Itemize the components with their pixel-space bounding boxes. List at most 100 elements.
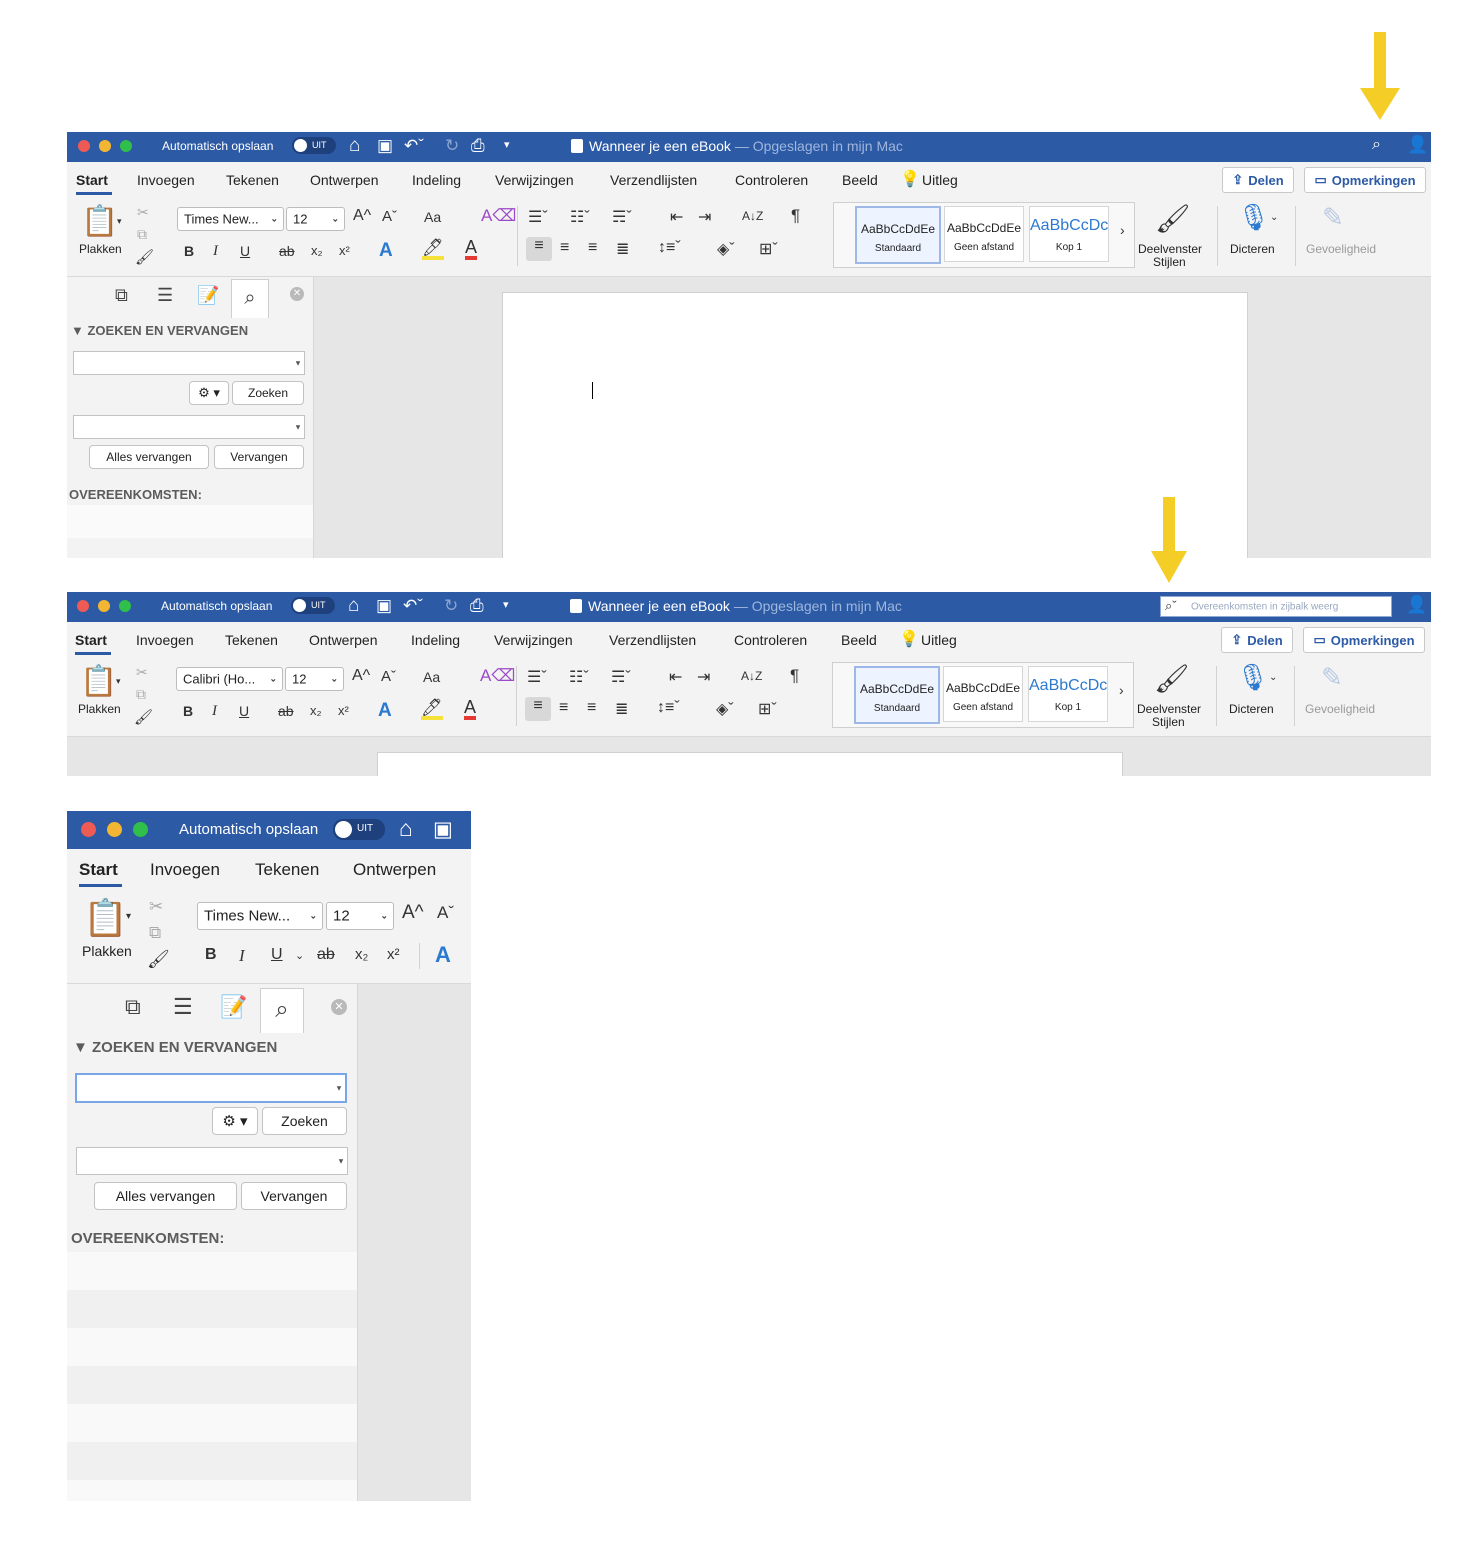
replace-input[interactable]: ▾ [76, 1147, 348, 1175]
zoom-window-button[interactable] [119, 600, 131, 612]
shrink-font-button[interactable]: Aˇ [437, 903, 454, 923]
close-window-button[interactable] [78, 140, 90, 152]
justify-button[interactable]: ≣ [615, 699, 628, 719]
styles-pane-label-2[interactable]: Stijlen [1153, 255, 1186, 269]
format-painter-icon[interactable]: 🖌 [135, 248, 154, 266]
subscript-button[interactable]: x₂ [355, 946, 368, 963]
tab-ontwerpen[interactable]: Ontwerpen [353, 860, 436, 880]
styles-more-button[interactable]: › [1120, 222, 1125, 238]
style-standaard[interactable]: AaBbCcDdEe Standaard [855, 206, 941, 264]
styles-more-button[interactable]: › [1119, 682, 1124, 698]
search-options-button[interactable]: ⚙ ▾ [212, 1107, 258, 1135]
font-color-button[interactable]: A [465, 238, 478, 260]
microphone-icon[interactable]: 🎙 [1237, 202, 1270, 233]
search-input[interactable]: ⌕ˇ Overeenkomsten in zijbalk weerg [1160, 596, 1392, 617]
paste-caret[interactable]: ▾ [126, 911, 131, 922]
save-icon[interactable]: ▣ [433, 817, 453, 842]
dicteren-caret[interactable]: ⌄ [1269, 672, 1277, 683]
font-size-select[interactable]: 12 ⌄ [285, 667, 344, 691]
dicteren-caret[interactable]: ⌄ [1270, 212, 1278, 223]
tab-start[interactable]: Start [76, 172, 108, 188]
highlight-icon[interactable]: 🖊 [421, 699, 443, 720]
zoom-window-button[interactable] [133, 822, 148, 837]
copy-icon[interactable]: ⧉ [137, 226, 147, 243]
strikethrough-button[interactable]: ab [279, 243, 295, 259]
save-icon[interactable]: ▣ [377, 136, 393, 156]
close-window-button[interactable] [81, 822, 96, 837]
outline-icon[interactable]: ☰ [157, 285, 173, 306]
italic-button[interactable]: I [212, 703, 217, 720]
shading-icon[interactable]: ◈ˇ [717, 239, 735, 259]
copy-icon[interactable]: ⧉ [136, 686, 146, 703]
shrink-font-button[interactable]: Aˇ [381, 668, 396, 685]
styles-pane-icon[interactable]: 🖌 [1155, 202, 1191, 235]
text-effects-button[interactable]: A [435, 942, 451, 968]
close-window-button[interactable] [77, 600, 89, 612]
share-person-icon[interactable]: 👤 [1407, 135, 1428, 155]
underline-button[interactable]: U [239, 703, 249, 719]
find-button[interactable]: Zoeken [232, 381, 304, 405]
find-button[interactable]: Zoeken [262, 1107, 347, 1135]
dicteren-label[interactable]: Dicteren [1230, 242, 1275, 256]
font-name-select[interactable]: Calibri (Ho... ⌄ [176, 667, 283, 691]
borders-icon[interactable]: ⊞ˇ [758, 699, 777, 719]
bold-button[interactable]: B [205, 946, 217, 964]
tab-start[interactable]: Start [75, 632, 107, 648]
italic-button[interactable]: I [213, 243, 218, 260]
italic-button[interactable]: I [239, 946, 245, 966]
sensitivity-label[interactable]: Gevoeligheid [1305, 702, 1375, 716]
superscript-button[interactable]: x² [338, 703, 349, 718]
tab-controleren[interactable]: Controleren [735, 172, 808, 188]
microphone-icon[interactable]: 🎙 [1236, 662, 1269, 693]
font-color-button[interactable]: A [464, 698, 477, 720]
autosave-toggle[interactable]: UIT [292, 137, 336, 154]
superscript-button[interactable]: x² [387, 946, 400, 963]
align-center-button[interactable]: ≡ [559, 699, 568, 717]
bullets-icon[interactable]: ☰ˇ [527, 667, 547, 687]
align-left-button[interactable]: ≡ [525, 697, 551, 721]
font-name-select[interactable]: Times New... ⌄ [177, 207, 284, 231]
thumbnails-icon[interactable]: ⧉ [115, 285, 128, 306]
comments-button[interactable]: ▭ Opmerkingen [1303, 627, 1425, 653]
styles-pane-label-2[interactable]: Stijlen [1152, 715, 1185, 729]
line-spacing-icon[interactable]: ↕≡ˇ [658, 239, 681, 257]
save-icon[interactable]: ▣ [376, 596, 392, 616]
text-effects-button[interactable]: A [379, 240, 393, 262]
sort-button[interactable]: A↓Z [741, 669, 762, 683]
sensitivity-label[interactable]: Gevoeligheid [1306, 242, 1376, 256]
format-painter-icon[interactable]: 🖌 [134, 708, 153, 726]
strikethrough-button[interactable]: ab [317, 946, 335, 964]
font-size-select[interactable]: 12 ⌄ [286, 207, 345, 231]
style-standaard[interactable]: AaBbCcDdEe Standaard [854, 666, 940, 724]
share-button[interactable]: ⇪ Delen [1221, 627, 1293, 653]
align-right-button[interactable]: ≡ [587, 699, 596, 717]
tab-tekenen[interactable]: Tekenen [226, 172, 279, 188]
comments-button[interactable]: ▭ Opmerkingen [1304, 167, 1426, 193]
bold-button[interactable]: B [183, 703, 193, 719]
document-page[interactable] [502, 292, 1248, 558]
comments-pane-icon[interactable]: 📝 [220, 994, 247, 1020]
font-name-select[interactable]: Times New... ⌄ [197, 902, 323, 930]
tab-verzendlijsten[interactable]: Verzendlijsten [609, 632, 696, 648]
underline-button[interactable]: U [240, 243, 250, 259]
minimize-window-button[interactable] [107, 822, 122, 837]
justify-button[interactable]: ≣ [616, 239, 629, 259]
style-geen-afstand[interactable]: AaBbCcDdEe Geen afstand [944, 206, 1024, 262]
paste-icon[interactable]: 📋 [81, 204, 118, 239]
tab-ontwerpen[interactable]: Ontwerpen [310, 172, 378, 188]
style-kop-1[interactable]: AaBbCcDc Kop 1 [1028, 666, 1108, 722]
print-icon[interactable]: ⎙ [471, 136, 485, 156]
redo-icon[interactable]: ↻ [445, 136, 459, 156]
styles-pane-label-1[interactable]: Deelvenster [1137, 702, 1201, 716]
minimize-window-button[interactable] [98, 600, 110, 612]
multilevel-list-icon[interactable]: ☴ˇ [612, 207, 632, 227]
document-page[interactable] [377, 752, 1123, 776]
bullets-icon[interactable]: ☰ˇ [528, 207, 548, 227]
search-options-button[interactable]: ⚙ ▾ [189, 381, 229, 405]
pilcrow-button[interactable]: ¶ [791, 206, 800, 226]
subscript-button[interactable]: x₂ [310, 703, 322, 718]
cut-icon[interactable]: ✂ [137, 204, 149, 221]
increase-indent-icon[interactable]: ⇥ [698, 207, 711, 227]
line-spacing-icon[interactable]: ↕≡ˇ [657, 699, 680, 717]
comments-pane-icon[interactable]: 📝 [197, 285, 219, 306]
